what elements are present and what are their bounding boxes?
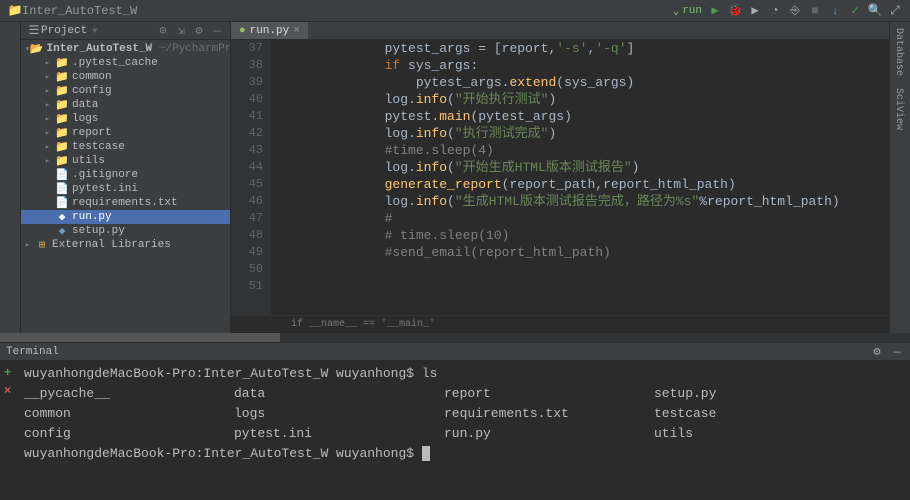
scroll-from-source-icon[interactable]: ⊙ [156, 24, 170, 38]
tree-item-setup.py[interactable]: ◆setup.py [21, 224, 230, 238]
line-gutter: 37 38 39 40 41 42 43 44 45 46 47 48 49 5… [231, 40, 271, 315]
terminal-gutter: + × [4, 364, 24, 497]
code-area[interactable]: 37 38 39 40 41 42 43 44 45 46 47 48 49 5… [231, 40, 889, 315]
terminal-body[interactable]: + × wuyanhongdeMacBook-Pro:Inter_AutoTes… [0, 361, 910, 500]
new-session-icon[interactable]: + [4, 366, 24, 380]
code-breadcrumb[interactable]: if __name__ == '__main_' [231, 315, 889, 333]
breadcrumb: Inter_AutoTest_W [22, 4, 137, 18]
project-tool-window: ☰ Project ▾ ⊙ ⇲ ⚙ — ▾📂Inter_AutoTest_W ~… [21, 22, 231, 333]
gear-icon[interactable]: ⚙ [870, 345, 884, 359]
settings-icon[interactable]: ⤢ [888, 4, 902, 18]
python-file-icon: ● [239, 25, 246, 37]
editor-tabs: ● run.py × [231, 22, 889, 40]
stop-icon[interactable]: ■ [808, 4, 822, 18]
tree-item-.pytest_cache[interactable]: ▸📁.pytest_cache [21, 56, 230, 70]
main-area: ☰ Project ▾ ⊙ ⇲ ⚙ — ▾📂Inter_AutoTest_W ~… [0, 22, 910, 333]
left-tool-gutter [0, 22, 21, 333]
vcs-update-icon[interactable]: ↓ [828, 4, 842, 18]
run-icon[interactable]: ▶ [708, 4, 722, 18]
terminal-title: Terminal [6, 346, 59, 358]
tab-label: run.py [250, 25, 290, 37]
terminal-cursor [422, 446, 430, 461]
project-tree[interactable]: ▾📂Inter_AutoTest_W ~/PycharmProjects/Int… [21, 40, 230, 333]
vcs-commit-icon[interactable]: ✓ [848, 4, 862, 18]
top-toolbar: ⌄ run ▶ 🐞 ▶ ◔ ⎆ ■ ↓ ✓ 🔍 ⤢ [673, 4, 902, 18]
close-session-icon[interactable]: × [4, 384, 24, 398]
tree-item-run.py[interactable]: ◆run.py [21, 210, 230, 224]
terminal-header: Terminal ⚙ — [0, 343, 910, 361]
hide-icon[interactable]: — [210, 24, 224, 38]
sciview-tab[interactable]: SciView [890, 82, 907, 136]
code-text[interactable]: pytest_args = [report,'-s','-q'] if sys_… [271, 40, 889, 315]
external-libraries[interactable]: ▸⊞External Libraries [21, 238, 230, 252]
collapse-icon[interactable]: ⇲ [174, 24, 188, 38]
database-tab[interactable]: Database [890, 22, 907, 82]
profile-icon[interactable]: ◔ [768, 4, 782, 18]
hide-icon[interactable]: — [890, 345, 904, 359]
tree-item-config[interactable]: ▸📁config [21, 84, 230, 98]
tree-item-common[interactable]: ▸📁common [21, 70, 230, 84]
editor: ● run.py × 37 38 39 40 41 42 43 44 45 46… [231, 22, 889, 333]
project-view-icon[interactable]: ☰ [27, 24, 41, 38]
project-title: Project [41, 25, 87, 37]
folder-icon: 📁 [8, 4, 22, 18]
tree-item-report[interactable]: ▸📁report [21, 126, 230, 140]
tree-item-pytest.ini[interactable]: 📄pytest.ini [21, 182, 230, 196]
debug-icon[interactable]: 🐞 [728, 4, 742, 18]
terminal-tool-window: Terminal ⚙ — + × wuyanhongdeMacBook-Pro:… [0, 342, 910, 500]
right-tool-gutter: Database SciView [889, 22, 910, 333]
terminal-content[interactable]: wuyanhongdeMacBook-Pro:Inter_AutoTest_W … [24, 364, 906, 497]
tree-item-utils[interactable]: ▸📁utils [21, 154, 230, 168]
project-header: ☰ Project ▾ ⊙ ⇲ ⚙ — [21, 22, 230, 40]
editor-hscrollbar[interactable] [0, 333, 910, 342]
tree-root[interactable]: ▾📂Inter_AutoTest_W ~/PycharmProjects/Int… [21, 42, 230, 56]
tree-item-logs[interactable]: ▸📁logs [21, 112, 230, 126]
tree-item-.gitignore[interactable]: 📄.gitignore [21, 168, 230, 182]
titlebar: 📁 Inter_AutoTest_W ⌄ run ▶ 🐞 ▶ ◔ ⎆ ■ ↓ ✓… [0, 0, 910, 22]
run-config-selector[interactable]: ⌄ run [673, 4, 702, 18]
tree-item-requirements.txt[interactable]: 📄requirements.txt [21, 196, 230, 210]
search-icon[interactable]: 🔍 [868, 4, 882, 18]
attach-icon[interactable]: ⎆ [788, 4, 802, 18]
gear-icon[interactable]: ⚙ [192, 24, 206, 38]
close-icon[interactable]: × [293, 25, 300, 37]
tree-item-testcase[interactable]: ▸📁testcase [21, 140, 230, 154]
coverage-icon[interactable]: ▶ [748, 4, 762, 18]
tree-item-data[interactable]: ▸📁data [21, 98, 230, 112]
tab-run-py[interactable]: ● run.py × [231, 22, 308, 39]
